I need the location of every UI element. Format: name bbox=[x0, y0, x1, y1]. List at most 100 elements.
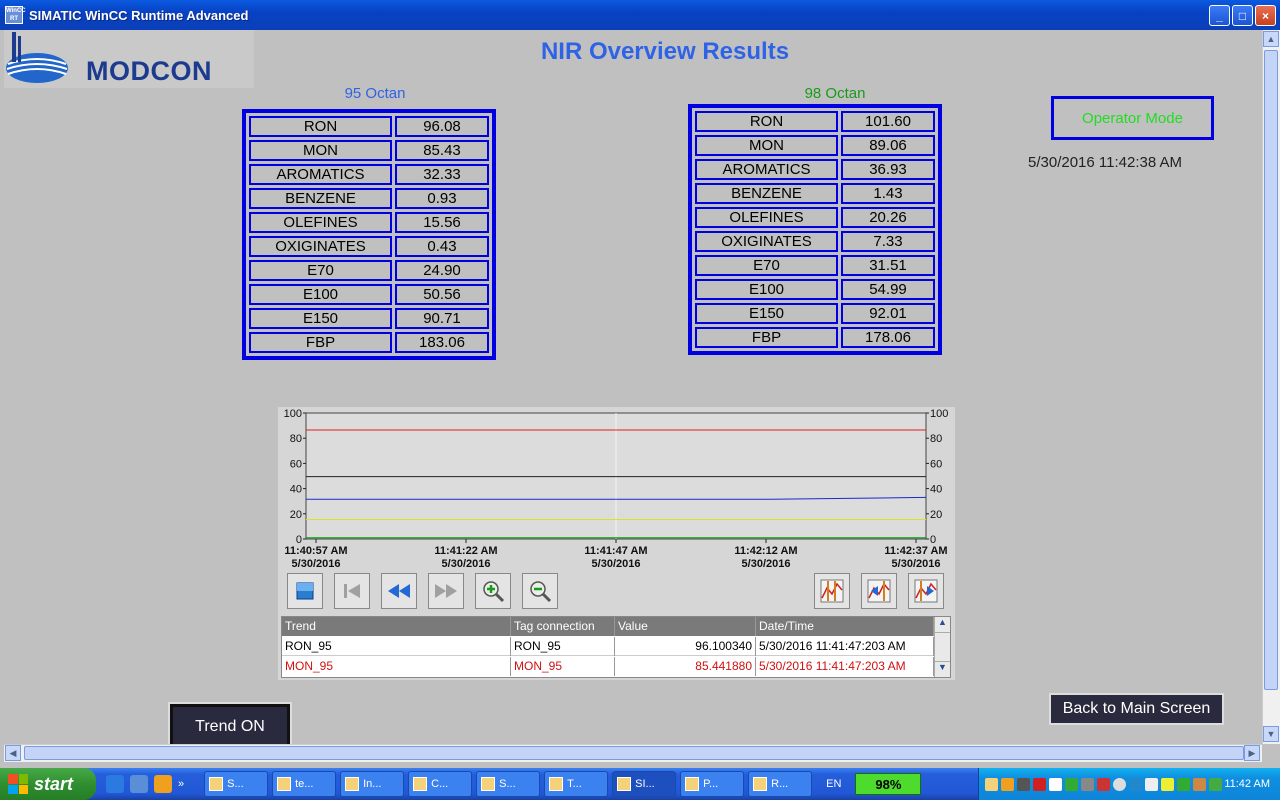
desktop-icon[interactable] bbox=[130, 775, 148, 793]
taskbar-button[interactable]: S... bbox=[204, 771, 269, 797]
taskbar-button[interactable]: C... bbox=[408, 771, 473, 797]
table-row: AROMATICS 32.33 bbox=[249, 164, 489, 185]
update-icon[interactable] bbox=[1177, 777, 1190, 791]
table-row: OXIGINATES 7.33 bbox=[695, 231, 935, 252]
security-icon[interactable] bbox=[1097, 777, 1110, 791]
table-row: E100 50.56 bbox=[249, 284, 489, 305]
taskbar-button[interactable]: S... bbox=[476, 771, 541, 797]
column-header-value[interactable]: Value bbox=[615, 617, 756, 636]
table-row[interactable]: MON_95 MON_95 85.441880 5/30/2016 11:41:… bbox=[282, 657, 934, 676]
date-time-cell: 5/30/2016 11:41:47:203 AM bbox=[756, 637, 934, 656]
start-button[interactable]: start bbox=[0, 768, 96, 800]
column-header-trend[interactable]: Trend bbox=[282, 617, 511, 636]
table-row: OXIGINATES 0.43 bbox=[249, 236, 489, 257]
taskbar-button[interactable]: SI... bbox=[612, 771, 677, 797]
disc-icon[interactable] bbox=[1113, 777, 1126, 791]
taskbar-button[interactable]: In... bbox=[340, 771, 405, 797]
device-icon[interactable] bbox=[1049, 777, 1062, 791]
trend-on-button[interactable]: Trend ON bbox=[168, 702, 292, 751]
close-button[interactable]: × bbox=[1255, 5, 1276, 26]
column-header-tag-connection[interactable]: Tag connection bbox=[511, 617, 615, 636]
fast-forward-icon bbox=[435, 584, 457, 598]
language-indicator[interactable]: EN bbox=[826, 778, 841, 790]
taskbar-button-label: S... bbox=[227, 778, 244, 790]
connection-icon[interactable] bbox=[1081, 777, 1094, 791]
mail-icon[interactable] bbox=[985, 777, 998, 791]
outlook-icon[interactable] bbox=[154, 775, 172, 793]
taskbar-button[interactable]: te... bbox=[272, 771, 337, 797]
application-icon bbox=[685, 777, 700, 791]
y-tick-label-left: 100 bbox=[284, 408, 302, 420]
column-header-date-time[interactable]: Date/Time bbox=[756, 617, 934, 636]
internet-explorer-icon[interactable] bbox=[106, 775, 124, 793]
tag-connection-cell: MON_95 bbox=[511, 657, 615, 676]
quick-launch-more-icon[interactable]: » bbox=[178, 778, 184, 790]
table-row[interactable]: RON_95 RON_95 96.100340 5/30/2016 11:41:… bbox=[282, 637, 934, 656]
parameter-label: OXIGINATES bbox=[695, 231, 838, 252]
minimize-button[interactable]: _ bbox=[1209, 5, 1230, 26]
parameter-label: OXIGINATES bbox=[249, 236, 392, 257]
bluetooth-icon[interactable] bbox=[1209, 777, 1222, 791]
x-tick-date-label: 5/30/2016 bbox=[292, 558, 341, 570]
people-icon[interactable] bbox=[1193, 777, 1206, 791]
taskbar-button[interactable]: R... bbox=[748, 771, 813, 797]
vertical-scroll-thumb[interactable] bbox=[1264, 50, 1278, 690]
ruler-left-button[interactable] bbox=[861, 573, 897, 609]
battery-indicator[interactable]: 98% bbox=[855, 773, 922, 795]
parameter-value: 20.26 bbox=[841, 207, 935, 228]
window-horizontal-scrollbar[interactable]: ◀ ▶ bbox=[4, 744, 1262, 762]
back-to-main-screen-button[interactable]: Back to Main Screen bbox=[1049, 693, 1224, 725]
table-row: E150 90.71 bbox=[249, 308, 489, 329]
zoom-out-button[interactable] bbox=[522, 573, 558, 609]
ati-icon[interactable] bbox=[1033, 777, 1046, 791]
rewind-icon bbox=[388, 584, 410, 598]
horizontal-scroll-thumb[interactable] bbox=[24, 746, 1244, 760]
taskbar-button-label: te... bbox=[295, 778, 314, 790]
signal-icon[interactable] bbox=[1065, 777, 1078, 791]
x-tick-date-label: 5/30/2016 bbox=[742, 558, 791, 570]
tools-icon[interactable] bbox=[1145, 777, 1158, 791]
scroll-up-arrow-icon[interactable]: ▲ bbox=[1263, 31, 1279, 47]
table-row: BENZENE 0.93 bbox=[249, 188, 489, 209]
taskbar-button[interactable]: T... bbox=[544, 771, 609, 797]
trend-back-button[interactable] bbox=[381, 573, 417, 609]
trend-forward-button[interactable] bbox=[428, 573, 464, 609]
ruler-right-button[interactable] bbox=[908, 573, 944, 609]
taskbar-buttons: S... te... In... C... S... T... SI... P... R... bbox=[204, 771, 813, 797]
parameter-label: E70 bbox=[249, 260, 392, 281]
maximize-button[interactable]: □ bbox=[1232, 5, 1253, 26]
modcon-logo: MODCON bbox=[4, 30, 254, 88]
trend-first-button[interactable] bbox=[334, 573, 370, 609]
x-tick-time-label: 11:41:47 AM bbox=[584, 545, 647, 557]
parameter-label: RON bbox=[695, 111, 838, 132]
taskbar-button[interactable]: P... bbox=[680, 771, 745, 797]
skip-to-start-icon bbox=[344, 584, 360, 598]
taskbar-button-label: S... bbox=[499, 778, 516, 790]
x-tick-date-label: 5/30/2016 bbox=[892, 558, 941, 570]
parameter-label: E150 bbox=[695, 303, 838, 324]
trend-stop-icon bbox=[296, 582, 314, 600]
outlook-tray-icon[interactable] bbox=[1001, 777, 1014, 791]
operator-mode-indicator[interactable]: Operator Mode bbox=[1051, 96, 1214, 140]
quick-launch: » bbox=[106, 775, 184, 793]
zoom-in-button[interactable] bbox=[475, 573, 511, 609]
parameter-value: 0.93 bbox=[395, 188, 489, 209]
window-vertical-scrollbar[interactable]: ▲ ▼ bbox=[1262, 30, 1280, 744]
trend-table-scrollbar[interactable]: ▲ ▼ bbox=[934, 617, 950, 677]
parameter-label: E70 bbox=[695, 255, 838, 276]
scroll-left-arrow-icon[interactable]: ◀ bbox=[5, 745, 21, 761]
ruler-right-icon bbox=[914, 579, 938, 603]
trend-stop-button[interactable] bbox=[287, 573, 323, 609]
scroll-down-arrow-icon[interactable]: ▼ bbox=[1263, 726, 1279, 742]
scroll-down-arrow-icon[interactable]: ▼ bbox=[935, 661, 950, 677]
scroll-right-arrow-icon[interactable]: ▶ bbox=[1244, 745, 1260, 761]
shield-icon[interactable] bbox=[1161, 777, 1174, 791]
network-icon[interactable] bbox=[1017, 777, 1030, 791]
taskbar-button-label: In... bbox=[363, 778, 382, 790]
sync-icon[interactable] bbox=[1129, 777, 1142, 791]
system-clock[interactable]: 11:42 AM bbox=[1224, 778, 1270, 790]
parameter-value: 178.06 bbox=[841, 327, 935, 348]
ruler-button[interactable] bbox=[814, 573, 850, 609]
scroll-up-arrow-icon[interactable]: ▲ bbox=[935, 617, 950, 633]
taskbar-button-label: P... bbox=[703, 778, 719, 790]
